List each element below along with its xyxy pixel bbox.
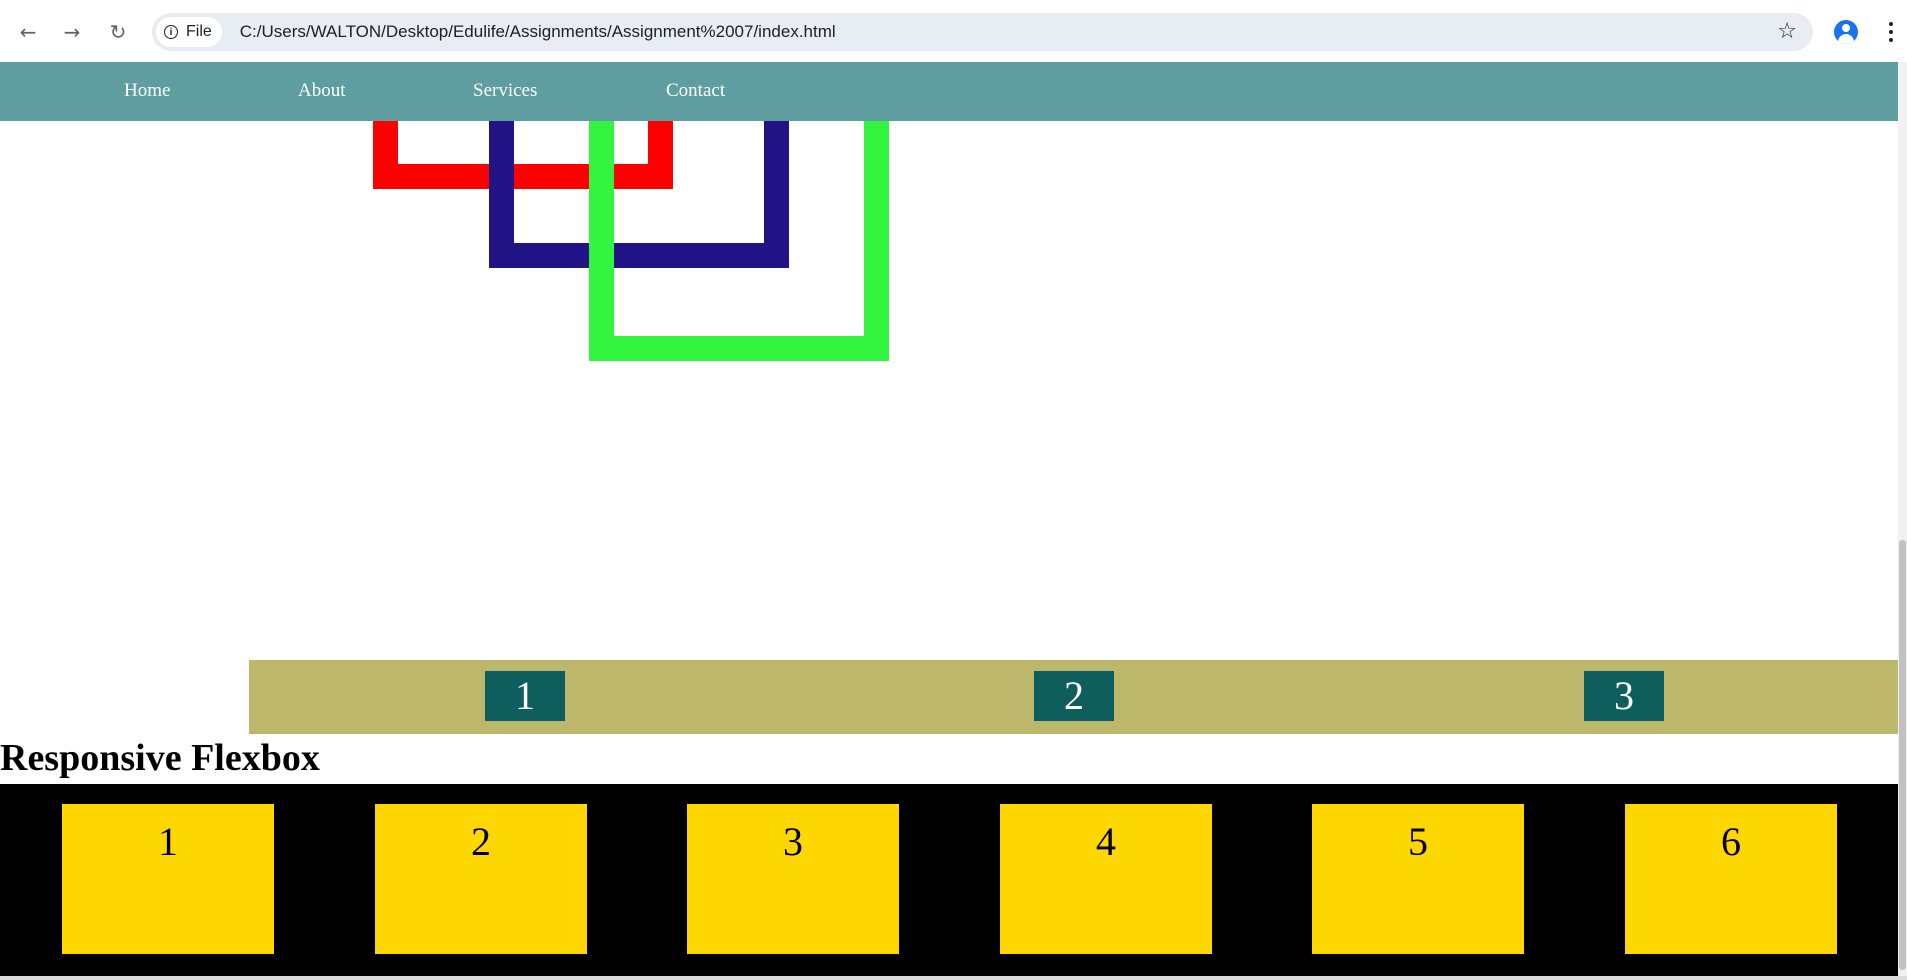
bookmark-star-icon[interactable]: ☆ — [1777, 19, 1797, 44]
site-info-label: File — [186, 23, 212, 40]
responsive-flexbox-heading: Responsive Flexbox — [0, 737, 320, 779]
flex-item: 4 — [1000, 804, 1212, 954]
responsive-flex-container: 1 2 3 4 5 6 — [0, 784, 1898, 976]
olive-flex-item: 3 — [1584, 671, 1664, 721]
profile-avatar-icon[interactable] — [1834, 20, 1858, 44]
olive-flex-item: 2 — [1034, 671, 1114, 721]
nav-about-link[interactable]: About — [298, 80, 346, 102]
flex-item: 5 — [1312, 804, 1524, 954]
window-bottom-edge — [0, 976, 1907, 980]
back-arrow-icon[interactable]: ← — [14, 18, 42, 46]
more-menu-icon[interactable] — [1888, 18, 1894, 46]
flex-item: 6 — [1625, 804, 1837, 954]
reload-icon[interactable]: ↻ — [104, 18, 132, 46]
site-info-chip[interactable]: i File — [156, 17, 222, 47]
flex-item: 1 — [62, 804, 274, 954]
forward-arrow-icon[interactable]: → — [58, 18, 86, 46]
browser-toolbar: ← → ↻ i File C:/Users/WALTON/Desktop/Edu… — [0, 0, 1907, 62]
address-bar[interactable]: i File C:/Users/WALTON/Desktop/Edulife/A… — [152, 13, 1813, 51]
nav-contact-link[interactable]: Contact — [666, 80, 725, 102]
scrollbar-thumb[interactable] — [1899, 540, 1906, 970]
info-icon: i — [164, 25, 178, 39]
page-viewport: Home About Services Contact 1 2 3 Respon… — [0, 62, 1898, 976]
nav-services-link[interactable]: Services — [473, 80, 537, 102]
vertical-scrollbar[interactable] — [1898, 62, 1907, 976]
nav-home-link[interactable]: Home — [124, 80, 170, 102]
olive-flex-item: 1 — [485, 671, 565, 721]
url-text[interactable]: C:/Users/WALTON/Desktop/Edulife/Assignme… — [240, 22, 836, 42]
top-navbar: Home About Services Contact — [0, 62, 1898, 121]
flex-item: 3 — [687, 804, 899, 954]
olive-flex-row: 1 2 3 — [249, 660, 1898, 734]
flex-item: 2 — [375, 804, 587, 954]
